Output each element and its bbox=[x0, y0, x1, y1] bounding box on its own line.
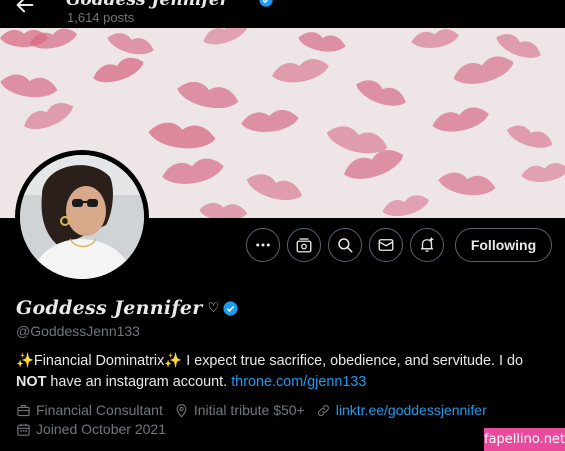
name-row: Goddess Jennifer ♡ bbox=[16, 297, 239, 319]
subscribe-button[interactable] bbox=[287, 228, 321, 262]
more-icon bbox=[256, 243, 270, 247]
verified-badge-icon[interactable] bbox=[222, 300, 239, 317]
following-button[interactable]: Following bbox=[455, 228, 552, 262]
top-bar: Goddess Jennifer 1,614 posts bbox=[0, 0, 565, 30]
joined-text: Joined October 2021 bbox=[36, 421, 166, 437]
envelope-icon bbox=[378, 239, 394, 251]
header-verified-icon bbox=[258, 0, 274, 8]
avatar[interactable] bbox=[20, 155, 144, 279]
briefcase-icon bbox=[17, 404, 30, 416]
more-button[interactable] bbox=[246, 228, 280, 262]
location-item: Initial tribute $50+ bbox=[174, 402, 305, 418]
sparkle-icon: ✨ bbox=[164, 353, 183, 369]
watermark: fapellino.net bbox=[484, 428, 565, 451]
subscribe-icon bbox=[296, 238, 312, 253]
joined-row: Joined October 2021 bbox=[16, 421, 177, 437]
bio-text-2: I expect true sacrifice, obedience, and … bbox=[182, 353, 523, 369]
bio-link[interactable]: throne.com/gjenn133 bbox=[231, 374, 366, 390]
category-item: Financial Consultant bbox=[16, 402, 163, 418]
header-name: Goddess Jennifer bbox=[66, 0, 229, 10]
handle: @GoddessJenn133 bbox=[16, 323, 140, 339]
location-pin-icon bbox=[176, 403, 187, 418]
search-icon bbox=[338, 238, 353, 253]
bio: ✨Financial Dominatrix✨ I expect true sac… bbox=[16, 351, 556, 393]
location-text: Initial tribute $50+ bbox=[193, 402, 305, 418]
joined-item: Joined October 2021 bbox=[16, 421, 166, 437]
back-arrow-icon[interactable] bbox=[14, 0, 36, 16]
message-button[interactable] bbox=[369, 228, 403, 262]
bio-bold-text: NOT bbox=[16, 374, 47, 390]
heart-icon: ♡ bbox=[207, 300, 220, 315]
notifications-button[interactable] bbox=[410, 228, 444, 262]
category-text: Financial Consultant bbox=[36, 402, 163, 418]
bio-text-3: have an instagram account. bbox=[46, 374, 232, 390]
display-name: Goddess Jennifer bbox=[16, 297, 203, 319]
website-item[interactable]: linktr.ee/goddessjennifer bbox=[316, 402, 487, 418]
meta-row: Financial Consultant Initial tribute $50… bbox=[16, 402, 498, 418]
post-count: 1,614 posts bbox=[67, 10, 135, 25]
website-link[interactable]: linktr.ee/goddessjennifer bbox=[336, 402, 487, 418]
link-icon bbox=[317, 404, 329, 416]
sparkle-icon: ✨ bbox=[16, 353, 34, 369]
calendar-icon bbox=[17, 423, 30, 436]
bell-plus-icon bbox=[421, 237, 434, 252]
bio-text-1: Financial Dominatrix bbox=[33, 353, 165, 369]
search-button[interactable] bbox=[328, 228, 362, 262]
